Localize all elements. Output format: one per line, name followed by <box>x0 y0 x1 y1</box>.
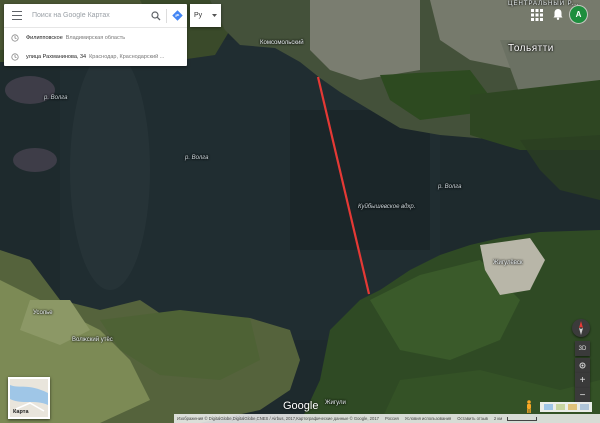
tilt-3d-button[interactable]: 3D <box>575 341 590 356</box>
imagery-thumb[interactable] <box>555 404 565 410</box>
imagery-thumb[interactable] <box>543 404 553 410</box>
attribution-text: Изображения © DigitalGlobe,DigitalGlobe,… <box>177 416 379 421</box>
river-label-volga-right: р. Волга <box>438 184 462 190</box>
region-link[interactable]: Россия <box>382 416 402 421</box>
settlement-label-volzhsky: Волжский утёс <box>72 337 113 343</box>
settlement-label-komsomolsky: Комсомольский <box>260 40 304 46</box>
compass-button[interactable] <box>572 319 590 337</box>
suggestion-detail: Краснодар, Краснодарский ... <box>89 53 165 60</box>
suggestion-name: улица Рахманинова, 34 <box>26 53 87 60</box>
imagery-thumb[interactable] <box>567 404 577 410</box>
search-bar <box>4 4 187 28</box>
zoom-out-label: − <box>579 390 586 401</box>
menu-button[interactable] <box>4 4 30 27</box>
city-label-tolyatti: Тольятти <box>508 43 554 54</box>
history-icon <box>4 33 26 42</box>
chevron-down-icon <box>212 13 217 17</box>
language-value: Ру <box>194 12 203 19</box>
river-label-volga-left: р. Волга <box>44 95 68 101</box>
directions-icon <box>171 10 183 21</box>
zoom-in-label: + <box>579 375 586 386</box>
suggestion-item[interactable]: Филипповское Владимирская область <box>4 28 187 47</box>
tilt-3d-label: 3D <box>578 345 587 352</box>
reservoir-label: Куйбышевское вдхр. <box>358 204 416 210</box>
my-location-button[interactable] <box>575 358 590 373</box>
search-button[interactable] <box>146 4 166 27</box>
scale-bar <box>507 416 538 421</box>
feedback-link[interactable]: Оставить отзыв <box>454 416 491 421</box>
footer-bar: Изображения © DigitalGlobe,DigitalGlobe,… <box>174 414 600 423</box>
apps-grid-icon[interactable] <box>530 8 544 22</box>
terms-link[interactable]: Условия использования <box>402 416 454 421</box>
zoom-in-button[interactable]: + <box>575 373 590 388</box>
location-icon <box>579 362 586 369</box>
notifications-icon[interactable] <box>551 7 565 21</box>
suggestion-name: Филипповское <box>26 34 63 41</box>
hamburger-icon <box>12 11 22 20</box>
map-layer-label: Карта <box>13 409 29 415</box>
district-label: ЦЕНТРАЛЬНЫЙ Р... <box>508 1 580 7</box>
imagery-strip[interactable] <box>540 402 592 412</box>
river-label-volga-center: р. Волга <box>185 155 209 161</box>
scale-label: 2 км <box>493 416 503 421</box>
history-icon <box>4 52 26 61</box>
suggestion-item[interactable]: улица Рахманинова, 34 Краснодар, Краснод… <box>4 47 187 66</box>
account-initial: A <box>575 10 582 19</box>
settlement-label-zhiguli: Жигули <box>325 400 346 406</box>
search-icon <box>151 10 161 20</box>
google-logo: Google <box>283 400 319 412</box>
search-input[interactable] <box>30 5 146 26</box>
language-select[interactable]: Ру <box>190 4 221 27</box>
account-avatar[interactable]: A <box>570 6 587 23</box>
map-layer-switch[interactable]: Карта <box>8 377 50 419</box>
search-panel: Филипповское Владимирская область улица … <box>4 4 187 66</box>
compass-icon <box>579 321 583 335</box>
imagery-thumb[interactable] <box>579 404 589 410</box>
suggestion-detail: Владимирская область <box>65 34 126 41</box>
directions-button[interactable] <box>167 4 187 27</box>
town-label-zhigulevsk: Жигулёвск <box>493 260 523 266</box>
pegman-icon[interactable] <box>525 400 533 413</box>
settlement-label-usolye: Усолье <box>33 310 53 316</box>
zoom-out-button[interactable]: − <box>575 388 590 403</box>
